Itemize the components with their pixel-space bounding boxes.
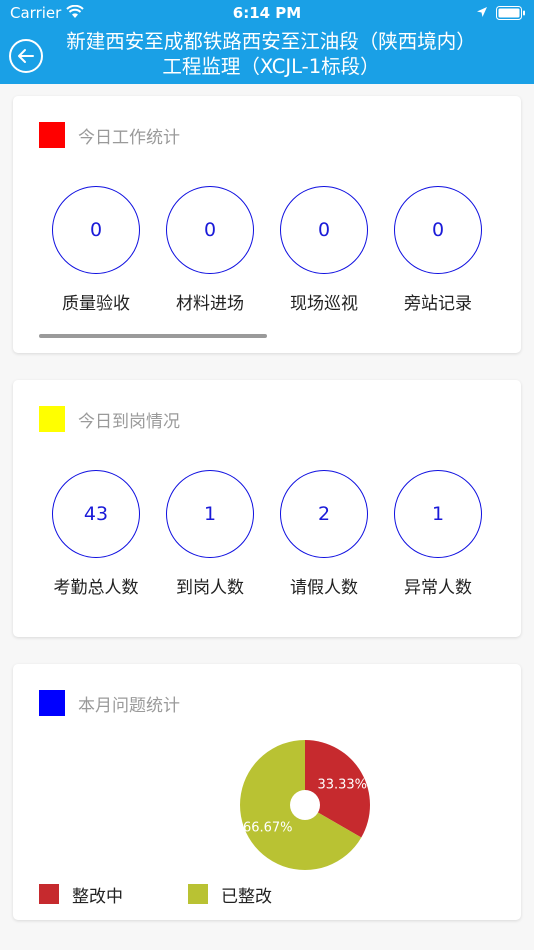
stat-label: 现场巡视 bbox=[290, 294, 358, 314]
pie-value-label: 66.67% bbox=[243, 821, 293, 836]
stat-total-attendance[interactable]: 43 考勤总人数 bbox=[41, 470, 151, 598]
stat-label: 质量验收 bbox=[62, 294, 130, 314]
stat-abnormal[interactable]: 1 异常人数 bbox=[383, 470, 493, 598]
horizontal-scrollbar[interactable] bbox=[39, 334, 267, 338]
stat-circle: 1 bbox=[394, 470, 482, 558]
arrow-left-icon bbox=[18, 49, 34, 63]
pie-value-label: 33.33% bbox=[317, 777, 367, 792]
legend-label: 已整改 bbox=[221, 887, 272, 907]
stat-circle: 43 bbox=[52, 470, 140, 558]
stat-label: 异常人数 bbox=[404, 578, 472, 598]
today-work-card: 今日工作统计 0 质量验收 0 材料进场 0 现场巡视 0 旁站记录 bbox=[13, 96, 521, 353]
stat-circle: 0 bbox=[52, 186, 140, 274]
location-arrow-icon bbox=[476, 5, 488, 23]
blue-square-icon bbox=[39, 690, 65, 716]
stat-on-duty[interactable]: 1 到岗人数 bbox=[155, 470, 265, 598]
stat-label: 材料进场 bbox=[176, 294, 244, 314]
clock: 6:14 PM bbox=[232, 4, 302, 22]
page-title: 新建西安至成都铁路西安至江油段（陕西境内）工程监理（XCJL-1标段） bbox=[66, 30, 476, 78]
yellow-square-icon bbox=[39, 406, 65, 432]
stat-quality-acceptance[interactable]: 0 质量验收 bbox=[41, 186, 151, 314]
back-button[interactable] bbox=[9, 39, 43, 73]
legend-swatch-red bbox=[39, 884, 59, 904]
stat-label: 旁站记录 bbox=[404, 294, 472, 314]
stat-on-leave[interactable]: 2 请假人数 bbox=[269, 470, 379, 598]
stat-site-patrol[interactable]: 0 现场巡视 bbox=[269, 186, 379, 314]
battery-icon bbox=[496, 6, 526, 24]
status-bar: Carrier 6:14 PM bbox=[0, 0, 534, 26]
stat-circle: 0 bbox=[166, 186, 254, 274]
legend-label: 整改中 bbox=[72, 887, 123, 907]
nav-bar: 新建西安至成都铁路西安至江油段（陕西境内）工程监理（XCJL-1标段） bbox=[0, 26, 534, 84]
stat-circle: 1 bbox=[166, 470, 254, 558]
stat-side-station-record[interactable]: 0 旁站记录 bbox=[383, 186, 493, 314]
stat-label: 到岗人数 bbox=[176, 578, 244, 598]
stat-circle: 0 bbox=[394, 186, 482, 274]
legend-swatch-green bbox=[188, 884, 208, 904]
monthly-problems-title: 本月问题统计 bbox=[78, 696, 180, 716]
stat-circle: 2 bbox=[280, 470, 368, 558]
pie-hole bbox=[290, 790, 320, 820]
red-square-icon bbox=[39, 122, 65, 148]
stat-material-entry[interactable]: 0 材料进场 bbox=[155, 186, 265, 314]
stat-label: 请假人数 bbox=[290, 578, 358, 598]
today-attendance-title: 今日到岗情况 bbox=[78, 412, 180, 432]
problems-pie-chart: 33.33% 66.67% bbox=[240, 740, 370, 870]
stat-label: 考勤总人数 bbox=[53, 578, 139, 598]
stat-circle: 0 bbox=[280, 186, 368, 274]
today-work-title: 今日工作统计 bbox=[78, 128, 180, 148]
today-attendance-card: 今日到岗情况 43 考勤总人数 1 到岗人数 2 请假人数 1 异常人数 bbox=[13, 380, 521, 637]
